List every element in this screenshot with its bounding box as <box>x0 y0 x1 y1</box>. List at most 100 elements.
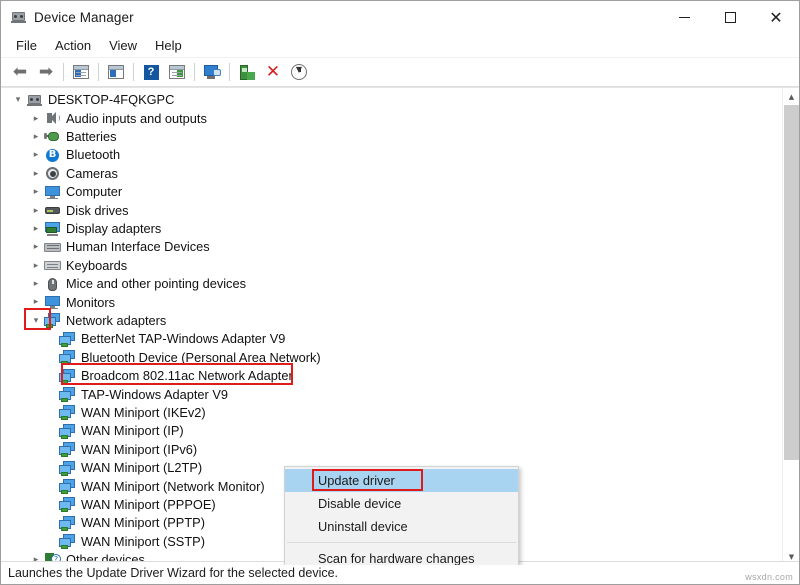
chevron-right-icon[interactable]: ▸ <box>28 297 44 307</box>
update-driver-icon <box>108 65 124 79</box>
context-menu-item-scan-hardware-changes[interactable]: Scan for hardware changes <box>285 547 518 565</box>
window-controls: ✕ <box>661 1 799 34</box>
tree-category-label: Monitors <box>66 296 115 310</box>
network-adapter-icon <box>59 387 76 402</box>
context-menu[interactable]: Update driver Disable device Uninstall d… <box>284 466 519 565</box>
tree-category-mice[interactable]: ▸ Mice and other pointing devices <box>1 275 782 293</box>
network-adapter-icon <box>59 369 76 384</box>
tree-category-label: Cameras <box>66 167 118 181</box>
network-adapter-icon <box>59 424 76 439</box>
watermark: wsxdn.com <box>745 572 793 582</box>
chevron-down-icon[interactable]: ▾ <box>10 95 26 105</box>
tree-device-bluetooth-pan[interactable]: Bluetooth Device (Personal Area Network) <box>1 348 782 366</box>
network-adapter-icon <box>44 313 61 328</box>
tree-device-wan-ipv6[interactable]: WAN Miniport (IPv6) <box>1 440 782 458</box>
context-menu-item-update-driver[interactable]: Update driver <box>285 469 518 492</box>
tree-device-label: WAN Miniport (PPPOE) <box>81 498 216 512</box>
chevron-right-icon[interactable]: ▸ <box>28 279 44 289</box>
chevron-right-icon[interactable]: ▸ <box>28 150 44 160</box>
chevron-right-icon[interactable]: ▸ <box>28 187 44 197</box>
tree-category-display-adapters[interactable]: ▸ Display adapters <box>1 220 782 238</box>
network-adapter-icon <box>59 516 76 531</box>
tree-device-label: BetterNet TAP-Windows Adapter V9 <box>81 332 285 346</box>
back-icon: ⬅ <box>13 64 27 81</box>
tree-category-cameras[interactable]: ▸ Cameras <box>1 165 782 183</box>
chevron-right-icon[interactable]: ▸ <box>28 261 44 271</box>
maximize-button[interactable] <box>707 1 753 34</box>
disk-icon <box>44 203 61 218</box>
scan-hardware-changes-button[interactable] <box>199 60 225 84</box>
chevron-down-icon[interactable]: ▾ <box>28 316 44 326</box>
tree-category-label: Network adapters <box>66 314 166 328</box>
update-driver-button[interactable] <box>103 60 129 84</box>
tree-device-label: WAN Miniport (Network Monitor) <box>81 480 265 494</box>
tree-device-wan-ikev2[interactable]: WAN Miniport (IKEv2) <box>1 404 782 422</box>
properties-button[interactable] <box>68 60 94 84</box>
window-title: Device Manager <box>34 10 134 25</box>
tree-category-keyboards[interactable]: ▸ Keyboards <box>1 257 782 275</box>
chevron-right-icon[interactable]: ▸ <box>28 132 44 142</box>
tree-category-hid[interactable]: ▸ Human Interface Devices <box>1 238 782 256</box>
battery-icon <box>44 129 61 144</box>
chevron-right-icon[interactable]: ▸ <box>28 206 44 216</box>
tree-category-disk-drives[interactable]: ▸ Disk drives <box>1 201 782 219</box>
help-button[interactable]: ? <box>138 60 164 84</box>
status-bar-text: Launches the Update Driver Wizard for th… <box>8 566 338 580</box>
tree-device-broadcom-80211ac[interactable]: Broadcom 802.11ac Network Adapter <box>1 367 782 385</box>
tree-device-label: WAN Miniport (IP) <box>81 424 184 438</box>
toolbar-separator <box>63 63 64 81</box>
help-icon: ? <box>144 65 159 80</box>
tree-category-batteries[interactable]: ▸ Batteries <box>1 128 782 146</box>
tree-category-computer[interactable]: ▸ Computer <box>1 183 782 201</box>
enable-device-button[interactable] <box>234 60 260 84</box>
menu-bar: File Action View Help <box>1 34 799 58</box>
scrollbar-thumb[interactable] <box>784 105 799 460</box>
tree-device-label: WAN Miniport (L2TP) <box>81 461 202 475</box>
uninstall-device-button[interactable]: ✕ <box>260 60 286 84</box>
network-adapter-icon <box>59 332 76 347</box>
monitor-icon <box>44 295 61 310</box>
toolbar-separator <box>133 63 134 81</box>
tree-category-label: Computer <box>66 185 122 199</box>
context-menu-item-disable-device[interactable]: Disable device <box>285 492 518 515</box>
scan-hardware-changes-icon <box>204 65 221 79</box>
tree-category-label: Display adapters <box>66 222 161 236</box>
tree-device-wan-ip[interactable]: WAN Miniport (IP) <box>1 422 782 440</box>
context-menu-item-uninstall-device[interactable]: Uninstall device <box>285 515 518 538</box>
tree-category-label: Disk drives <box>66 204 129 218</box>
vertical-scrollbar[interactable]: ▲ ▼ <box>782 88 799 565</box>
menu-action[interactable]: Action <box>46 35 100 56</box>
chevron-right-icon[interactable]: ▸ <box>28 224 44 234</box>
tree-category-label: Batteries <box>66 130 117 144</box>
chevron-right-icon[interactable]: ▸ <box>28 114 44 124</box>
menu-view[interactable]: View <box>100 35 146 56</box>
menu-help[interactable]: Help <box>146 35 191 56</box>
tree-category-audio[interactable]: ▸ Audio inputs and outputs <box>1 109 782 127</box>
tree-category-label: Mice and other pointing devices <box>66 277 246 291</box>
toolbar: ⬅ ➡ ? ✕ <box>1 58 799 87</box>
chevron-right-icon[interactable]: ▸ <box>28 242 44 252</box>
enable-device-icon <box>240 65 254 80</box>
tree-root-computer[interactable]: ▾ DESKTOP-4FQKGPC <box>1 91 782 109</box>
back-button[interactable]: ⬅ <box>7 60 33 84</box>
scroll-up-icon[interactable]: ▲ <box>783 88 799 105</box>
tree-device-label: WAN Miniport (PPTP) <box>81 516 205 530</box>
chevron-right-icon[interactable]: ▸ <box>28 169 44 179</box>
tree-category-monitors[interactable]: ▸ Monitors <box>1 293 782 311</box>
network-adapter-icon <box>59 497 76 512</box>
title-bar: Device Manager ✕ <box>1 1 799 34</box>
tree-category-label: Bluetooth <box>66 148 120 162</box>
tree-category-network-adapters[interactable]: ▾ Network adapters <box>1 312 782 330</box>
tree-category-label: Audio inputs and outputs <box>66 112 207 126</box>
minimize-button[interactable] <box>661 1 707 34</box>
tree-category-bluetooth[interactable]: ▸ Bluetooth <box>1 146 782 164</box>
toolbar-separator <box>229 63 230 81</box>
menu-file[interactable]: File <box>7 35 46 56</box>
install-legacy-hardware-button[interactable] <box>286 60 312 84</box>
show-hidden-devices-button[interactable] <box>164 60 190 84</box>
monitor-icon <box>44 185 61 200</box>
tree-device-tap-windows[interactable]: TAP-Windows Adapter V9 <box>1 385 782 403</box>
tree-device-betternet-tap[interactable]: BetterNet TAP-Windows Adapter V9 <box>1 330 782 348</box>
close-button[interactable]: ✕ <box>753 1 799 34</box>
forward-button[interactable]: ➡ <box>33 60 59 84</box>
